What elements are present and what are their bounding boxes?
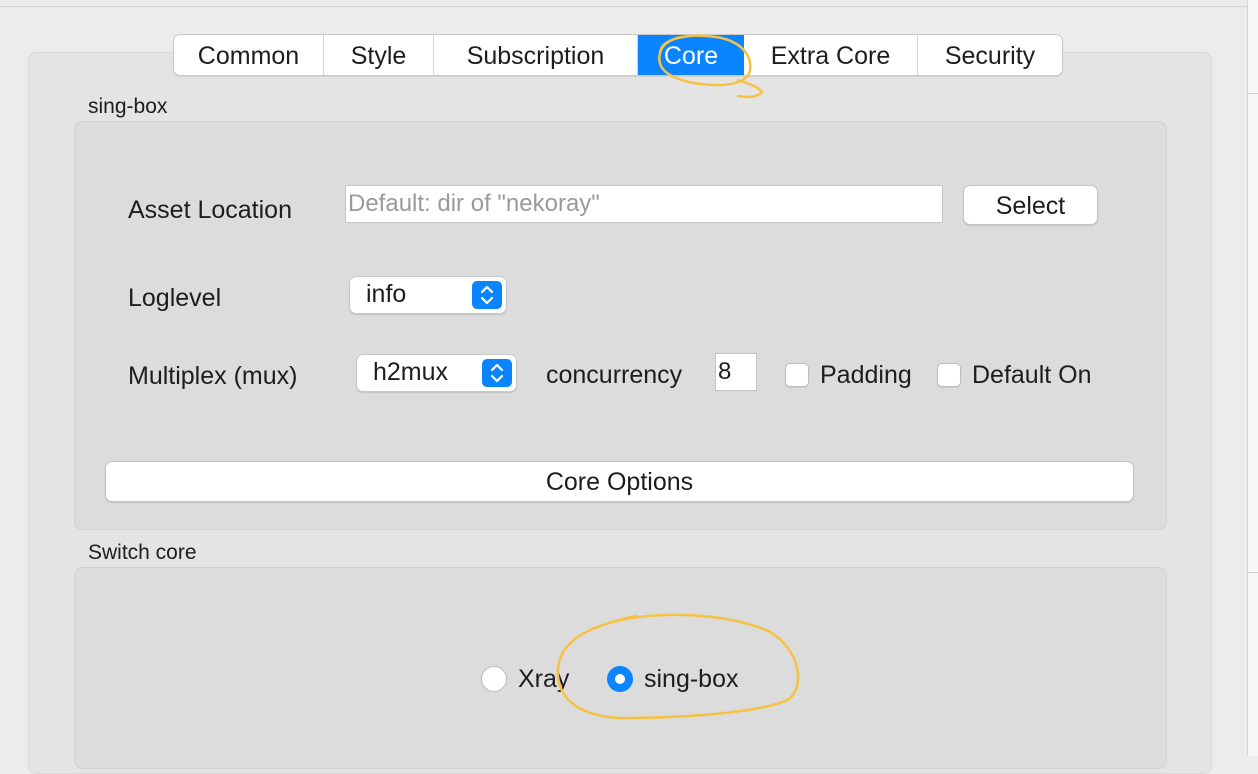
default-on-checkbox[interactable] (937, 363, 961, 387)
singbox-label: sing-box (644, 665, 739, 693)
padding-label: Padding (820, 361, 912, 389)
select-asset-button[interactable]: Select (963, 185, 1098, 225)
settings-tab-bar: Common Style Subscription Core Extra Cor… (173, 34, 1063, 76)
concurrency-input[interactable]: 8 (715, 353, 757, 391)
mux-label: Multiplex (mux) (128, 362, 298, 390)
core-options-button[interactable]: Core Options (105, 461, 1134, 502)
mux-value: h2mux (373, 358, 449, 386)
tab-core[interactable]: Core (638, 35, 744, 75)
asset-location-input[interactable] (345, 185, 943, 223)
window-top-border (0, 6, 1258, 7)
concurrency-label: concurrency (546, 361, 683, 389)
singbox-group-title: sing-box (88, 95, 168, 118)
tab-style[interactable]: Style (324, 35, 434, 75)
chevron-up-down-icon (472, 281, 502, 309)
xray-radio[interactable] (481, 666, 507, 692)
switch-core-group-title: Switch core (88, 541, 197, 564)
tab-security[interactable]: Security (918, 35, 1062, 75)
mux-select[interactable]: h2mux (356, 354, 517, 392)
loglevel-select[interactable]: info (349, 276, 507, 314)
tab-extra-core[interactable]: Extra Core (744, 35, 918, 75)
padding-checkbox[interactable] (785, 363, 809, 387)
asset-location-label: Asset Location (128, 196, 292, 224)
loglevel-label: Loglevel (128, 284, 222, 312)
tab-subscription[interactable]: Subscription (434, 35, 638, 75)
singbox-radio[interactable] (607, 666, 633, 692)
xray-label: Xray (518, 665, 570, 693)
adjacent-window-edge (1247, 0, 1258, 756)
loglevel-value: info (366, 280, 407, 308)
tab-common[interactable]: Common (174, 35, 324, 75)
chevron-up-down-icon (482, 359, 512, 387)
default-on-label: Default On (972, 361, 1092, 389)
